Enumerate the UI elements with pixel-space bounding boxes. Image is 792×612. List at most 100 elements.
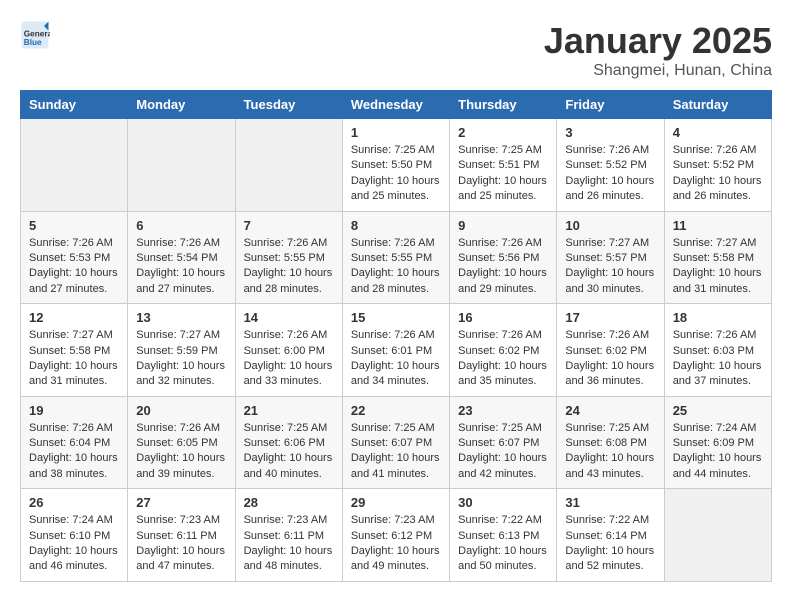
day-number: 7 <box>244 218 334 233</box>
day-info-line: Daylight: 10 hours and 52 minutes. <box>565 544 655 575</box>
day-info: Sunrise: 7:27 AMSunset: 5:58 PMDaylight:… <box>673 236 763 298</box>
day-info-line: Sunrise: 7:26 AM <box>29 236 119 251</box>
calendar-cell <box>128 119 235 212</box>
day-info-line: Sunset: 6:06 PM <box>244 436 334 451</box>
day-info-line: Sunrise: 7:25 AM <box>458 143 548 158</box>
calendar-cell: 3Sunrise: 7:26 AMSunset: 5:52 PMDaylight… <box>557 119 664 212</box>
weekday-header-cell: Thursday <box>450 91 557 119</box>
location-title: Shangmei, Hunan, China <box>544 62 772 80</box>
day-number: 5 <box>29 218 119 233</box>
day-info-line: Sunset: 5:55 PM <box>351 251 441 266</box>
calendar-week-row: 1Sunrise: 7:25 AMSunset: 5:50 PMDaylight… <box>21 119 772 212</box>
day-info-line: Sunrise: 7:26 AM <box>673 143 763 158</box>
day-number: 24 <box>565 403 655 418</box>
calendar-cell: 16Sunrise: 7:26 AMSunset: 6:02 PMDayligh… <box>450 304 557 397</box>
calendar-cell: 12Sunrise: 7:27 AMSunset: 5:58 PMDayligh… <box>21 304 128 397</box>
day-info: Sunrise: 7:25 AMSunset: 6:08 PMDaylight:… <box>565 421 655 483</box>
day-info-line: Daylight: 10 hours and 39 minutes. <box>136 451 226 482</box>
day-info-line: Daylight: 10 hours and 44 minutes. <box>673 451 763 482</box>
calendar-cell: 18Sunrise: 7:26 AMSunset: 6:03 PMDayligh… <box>664 304 771 397</box>
day-info-line: Sunset: 5:58 PM <box>29 344 119 359</box>
day-info-line: Sunrise: 7:25 AM <box>458 421 548 436</box>
calendar-cell <box>664 489 771 582</box>
day-info-line: Sunset: 6:12 PM <box>351 529 441 544</box>
day-info-line: Sunrise: 7:26 AM <box>244 236 334 251</box>
calendar-cell: 4Sunrise: 7:26 AMSunset: 5:52 PMDaylight… <box>664 119 771 212</box>
day-number: 10 <box>565 218 655 233</box>
day-info: Sunrise: 7:26 AMSunset: 6:04 PMDaylight:… <box>29 421 119 483</box>
weekday-header-cell: Tuesday <box>235 91 342 119</box>
day-info-line: Sunset: 6:13 PM <box>458 529 548 544</box>
svg-text:Blue: Blue <box>24 38 42 47</box>
day-info-line: Sunset: 5:55 PM <box>244 251 334 266</box>
day-info-line: Daylight: 10 hours and 31 minutes. <box>29 359 119 390</box>
weekday-header-cell: Saturday <box>664 91 771 119</box>
calendar-table: SundayMondayTuesdayWednesdayThursdayFrid… <box>20 90 772 582</box>
day-info-line: Daylight: 10 hours and 41 minutes. <box>351 451 441 482</box>
day-info: Sunrise: 7:25 AMSunset: 6:07 PMDaylight:… <box>458 421 548 483</box>
day-info-line: Sunset: 6:07 PM <box>458 436 548 451</box>
calendar-cell: 26Sunrise: 7:24 AMSunset: 6:10 PMDayligh… <box>21 489 128 582</box>
day-info: Sunrise: 7:26 AMSunset: 6:05 PMDaylight:… <box>136 421 226 483</box>
calendar-cell: 23Sunrise: 7:25 AMSunset: 6:07 PMDayligh… <box>450 396 557 489</box>
day-info-line: Sunset: 6:02 PM <box>565 344 655 359</box>
day-info-line: Sunset: 6:11 PM <box>244 529 334 544</box>
day-info: Sunrise: 7:27 AMSunset: 5:59 PMDaylight:… <box>136 328 226 390</box>
calendar-cell: 13Sunrise: 7:27 AMSunset: 5:59 PMDayligh… <box>128 304 235 397</box>
day-info-line: Sunset: 6:07 PM <box>351 436 441 451</box>
calendar-cell: 20Sunrise: 7:26 AMSunset: 6:05 PMDayligh… <box>128 396 235 489</box>
day-info-line: Sunset: 5:54 PM <box>136 251 226 266</box>
day-info-line: Daylight: 10 hours and 48 minutes. <box>244 544 334 575</box>
day-info: Sunrise: 7:26 AMSunset: 6:02 PMDaylight:… <box>458 328 548 390</box>
day-info-line: Daylight: 10 hours and 50 minutes. <box>458 544 548 575</box>
day-info-line: Sunrise: 7:24 AM <box>673 421 763 436</box>
calendar-cell: 8Sunrise: 7:26 AMSunset: 5:55 PMDaylight… <box>342 211 449 304</box>
day-number: 30 <box>458 495 548 510</box>
calendar-cell: 2Sunrise: 7:25 AMSunset: 5:51 PMDaylight… <box>450 119 557 212</box>
calendar-cell: 9Sunrise: 7:26 AMSunset: 5:56 PMDaylight… <box>450 211 557 304</box>
day-info-line: Daylight: 10 hours and 36 minutes. <box>565 359 655 390</box>
day-number: 14 <box>244 310 334 325</box>
day-info-line: Daylight: 10 hours and 26 minutes. <box>565 174 655 205</box>
calendar-cell: 17Sunrise: 7:26 AMSunset: 6:02 PMDayligh… <box>557 304 664 397</box>
day-info-line: Sunset: 6:09 PM <box>673 436 763 451</box>
day-info-line: Sunset: 6:01 PM <box>351 344 441 359</box>
calendar-body: 1Sunrise: 7:25 AMSunset: 5:50 PMDaylight… <box>21 119 772 582</box>
day-info: Sunrise: 7:26 AMSunset: 5:56 PMDaylight:… <box>458 236 548 298</box>
day-info-line: Sunrise: 7:23 AM <box>136 513 226 528</box>
calendar-cell: 1Sunrise: 7:25 AMSunset: 5:50 PMDaylight… <box>342 119 449 212</box>
calendar-cell: 30Sunrise: 7:22 AMSunset: 6:13 PMDayligh… <box>450 489 557 582</box>
day-number: 27 <box>136 495 226 510</box>
day-info-line: Sunset: 6:05 PM <box>136 436 226 451</box>
weekday-header-cell: Wednesday <box>342 91 449 119</box>
day-number: 25 <box>673 403 763 418</box>
day-info-line: Sunset: 5:58 PM <box>673 251 763 266</box>
day-info: Sunrise: 7:24 AMSunset: 6:09 PMDaylight:… <box>673 421 763 483</box>
day-info-line: Daylight: 10 hours and 42 minutes. <box>458 451 548 482</box>
day-info-line: Sunrise: 7:27 AM <box>565 236 655 251</box>
weekday-header-cell: Friday <box>557 91 664 119</box>
calendar-week-row: 19Sunrise: 7:26 AMSunset: 6:04 PMDayligh… <box>21 396 772 489</box>
day-info: Sunrise: 7:26 AMSunset: 5:52 PMDaylight:… <box>565 143 655 205</box>
day-info: Sunrise: 7:26 AMSunset: 5:55 PMDaylight:… <box>351 236 441 298</box>
day-info: Sunrise: 7:26 AMSunset: 6:02 PMDaylight:… <box>565 328 655 390</box>
day-info-line: Sunrise: 7:25 AM <box>351 421 441 436</box>
calendar-week-row: 26Sunrise: 7:24 AMSunset: 6:10 PMDayligh… <box>21 489 772 582</box>
day-number: 18 <box>673 310 763 325</box>
day-info-line: Daylight: 10 hours and 46 minutes. <box>29 544 119 575</box>
day-info-line: Daylight: 10 hours and 27 minutes. <box>29 266 119 297</box>
day-info-line: Daylight: 10 hours and 27 minutes. <box>136 266 226 297</box>
day-info-line: Sunset: 6:00 PM <box>244 344 334 359</box>
day-info-line: Daylight: 10 hours and 28 minutes. <box>351 266 441 297</box>
day-info-line: Daylight: 10 hours and 25 minutes. <box>458 174 548 205</box>
day-info-line: Daylight: 10 hours and 40 minutes. <box>244 451 334 482</box>
calendar-week-row: 5Sunrise: 7:26 AMSunset: 5:53 PMDaylight… <box>21 211 772 304</box>
day-number: 11 <box>673 218 763 233</box>
logo: General Blue <box>20 20 50 50</box>
calendar-cell: 15Sunrise: 7:26 AMSunset: 6:01 PMDayligh… <box>342 304 449 397</box>
day-info-line: Sunrise: 7:27 AM <box>29 328 119 343</box>
page-header: General Blue January 2025 Shangmei, Huna… <box>20 20 772 80</box>
day-info-line: Sunrise: 7:25 AM <box>565 421 655 436</box>
day-info: Sunrise: 7:24 AMSunset: 6:10 PMDaylight:… <box>29 513 119 575</box>
day-info-line: Sunrise: 7:26 AM <box>244 328 334 343</box>
